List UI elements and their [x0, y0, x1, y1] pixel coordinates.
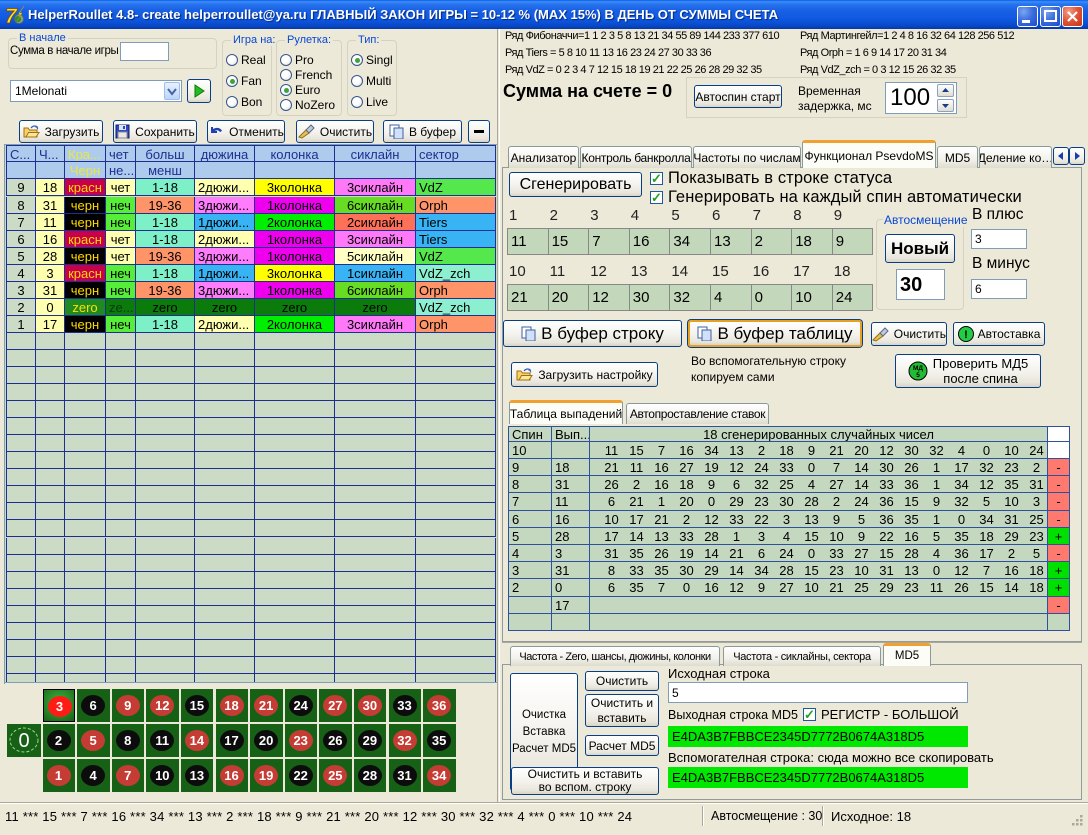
svg-text:!: ! [964, 329, 968, 341]
svg-text:5: 5 [916, 372, 920, 379]
svg-text:МД: МД [913, 365, 923, 372]
svg-text:0: 0 [18, 730, 29, 752]
